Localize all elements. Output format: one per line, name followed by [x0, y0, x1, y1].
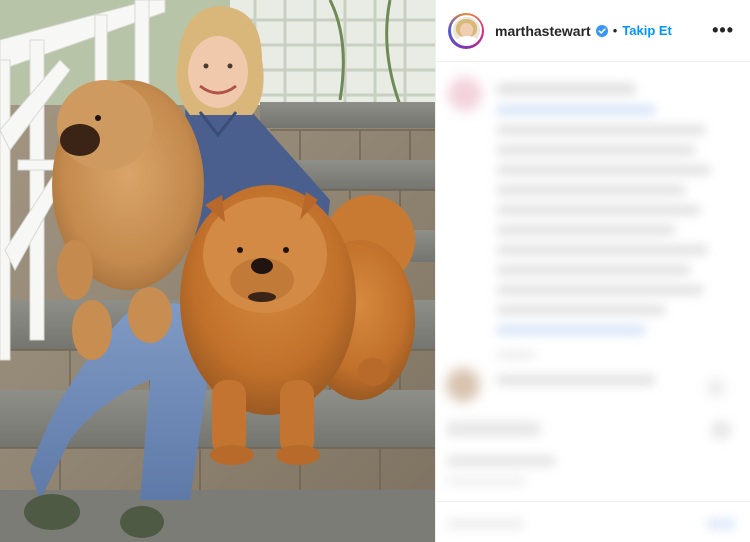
header-separator: •: [612, 23, 618, 38]
post-side-panel: marthastewart • Takip Et •••: [435, 0, 750, 542]
more-horizontal-icon[interactable]: •••: [712, 20, 734, 41]
post-photo[interactable]: [0, 0, 435, 542]
profile-avatar[interactable]: [448, 12, 484, 49]
avatar-image: [450, 15, 482, 46]
verified-badge-icon: [595, 24, 608, 37]
post-header: marthastewart • Takip Et •••: [436, 0, 750, 62]
username-link[interactable]: marthastewart: [495, 23, 591, 39]
blurred-caption-and-comments: [436, 63, 750, 542]
instagram-post: marthastewart • Takip Et •••: [0, 0, 750, 542]
post-photo-illustration: [0, 0, 435, 542]
follow-button[interactable]: Takip Et: [622, 23, 672, 38]
